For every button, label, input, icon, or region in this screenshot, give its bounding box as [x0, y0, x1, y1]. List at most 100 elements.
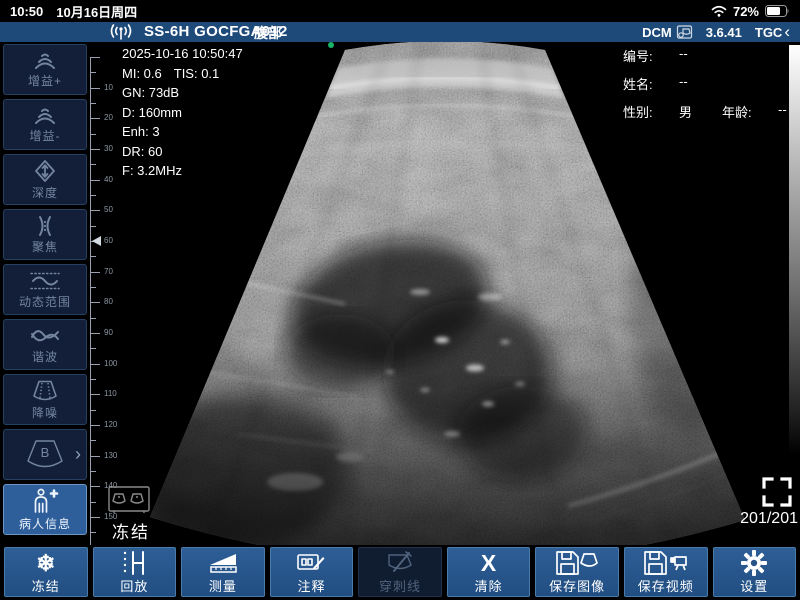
- sidebar-item-focus[interactable]: 聚焦: [3, 209, 87, 260]
- ruler-tick: [91, 134, 96, 135]
- toolbar-settings-button[interactable]: 设置: [713, 547, 797, 597]
- depth-ruler: 102030405060708090100110120130140150: [90, 57, 121, 545]
- ruler-depth-label: 60: [104, 237, 113, 245]
- ruler-tick: [91, 226, 96, 227]
- fullscreen-icon[interactable]: [762, 477, 792, 507]
- frame-counter: 201/201: [740, 510, 798, 528]
- sidebar-item-patient-info[interactable]: 病人信息: [3, 484, 87, 535]
- ruler-tick: [91, 364, 100, 365]
- ruler-tick: [91, 287, 96, 288]
- ruler-tick: [91, 149, 100, 150]
- ruler-tick: [91, 348, 96, 349]
- ruler-tick: [91, 318, 96, 319]
- ruler-tick: [91, 195, 96, 196]
- sidebar-item-b-mode[interactable]: B ›: [3, 429, 87, 480]
- enhance-value: Enh: 3: [122, 122, 243, 142]
- ruler-depth-label: 50: [104, 206, 113, 214]
- b-mode-letter: B: [41, 445, 50, 460]
- chevron-right-icon: ›: [75, 444, 81, 465]
- ruler-depth-label: 110: [104, 390, 117, 398]
- chevron-left-icon: ‹: [784, 25, 790, 39]
- depth-icon: [33, 159, 57, 183]
- ruler-tick: [91, 456, 100, 457]
- dual-image-layout-icon[interactable]: [108, 486, 150, 514]
- image-parameters: 2025-10-16 10:50:47 MI: 0.6TIS: 0.1 GN: …: [122, 44, 243, 181]
- ruler-tick: [91, 272, 100, 273]
- battery-icon: [765, 5, 790, 17]
- denoise-icon: [31, 379, 59, 403]
- acquisition-datetime: 2025-10-16 10:50:47: [122, 44, 243, 64]
- depth-value: D: 160mm: [122, 103, 243, 123]
- sidebar-item-label: 深度: [32, 184, 58, 201]
- sidebar-item-dynamic-range[interactable]: 动态范围: [3, 264, 87, 315]
- probe-orientation-marker: [328, 42, 334, 48]
- sidebar-item-label: 降噪: [32, 404, 58, 421]
- settings-gear-icon: [741, 549, 767, 576]
- save-video-icon: [643, 549, 689, 576]
- clock-date: 10月16日周四: [56, 2, 137, 21]
- ruler-tick: [91, 502, 96, 503]
- toolbar-measure-button[interactable]: 测量: [181, 547, 265, 597]
- patient-id-label: 编号:: [623, 46, 667, 65]
- frequency-value: F: 3.2MHz: [122, 161, 243, 181]
- toolbar-playback-button[interactable]: 回放: [93, 547, 177, 597]
- sidebar-item-denoise[interactable]: 降噪: [3, 374, 87, 425]
- harmonic-icon: [29, 325, 61, 347]
- sidebar-item-gain-minus[interactable]: 增益-: [3, 99, 87, 150]
- ruler-tick: [91, 379, 96, 380]
- patient-info-overlay: 编号: -- 姓名: -- 性别: 男 年龄: --: [623, 46, 787, 130]
- ruler-depth-label: 40: [104, 176, 113, 184]
- dcm-image-icon: [675, 25, 693, 40]
- tgc-panel-toggle[interactable]: TGC ‹: [755, 25, 790, 40]
- app-version: 3.6.41: [706, 25, 742, 40]
- toolbar-annotate-button[interactable]: 注释: [270, 547, 354, 597]
- ruler-tick: [91, 440, 96, 441]
- gain-plus-icon: [31, 51, 59, 71]
- toolbar-needle-guide-button[interactable]: 穿刺线: [358, 547, 442, 597]
- probe-signal-icon: [108, 23, 134, 40]
- ruler-depth-label: 20: [104, 114, 113, 122]
- clock-time: 10:50: [10, 4, 43, 19]
- sidebar-item-label: 病人信息: [19, 515, 71, 532]
- ruler-tick: [91, 103, 96, 104]
- tis-value: TIS: 0.1: [174, 66, 220, 81]
- patient-sex-value: 男: [679, 102, 692, 121]
- ipad-status-bar: 10:50 10月16日周四 72%: [0, 0, 800, 22]
- ruler-depth-label: 120: [104, 421, 117, 429]
- patient-age-value: --: [778, 102, 787, 121]
- ruler-tick: [91, 425, 100, 426]
- toolbar-clear-button[interactable]: X 清除: [447, 547, 531, 597]
- patient-id-value: --: [679, 46, 688, 65]
- freeze-status-text: 冻结: [112, 518, 150, 543]
- ruler-tick: [91, 532, 96, 533]
- toolbar-save-image-button[interactable]: 保存图像: [535, 547, 619, 597]
- sidebar-item-depth[interactable]: 深度: [3, 154, 87, 205]
- ruler-depth-label: 80: [104, 298, 113, 306]
- ruler-tick: [91, 57, 100, 58]
- ruler-tick: [91, 118, 100, 119]
- toolbar-freeze-button[interactable]: ❄ 冻结: [4, 547, 88, 597]
- patient-sex-label: 性别:: [623, 102, 667, 121]
- ruler-tick: [91, 394, 100, 395]
- ruler-tick: [91, 486, 100, 487]
- ruler-tick: [91, 72, 96, 73]
- ruler-tick: [91, 302, 100, 303]
- sidebar-item-harmonic[interactable]: 谐波: [3, 319, 87, 370]
- toolbar-save-video-button[interactable]: 保存视频: [624, 547, 708, 597]
- sidebar-item-gain-plus[interactable]: 增益+: [3, 44, 87, 95]
- ruler-depth-label: 30: [104, 145, 113, 153]
- save-image-icon: [555, 549, 599, 576]
- ultrasound-app: 10:50 10月16日周四 72%: [0, 0, 800, 600]
- playback-film-icon: [121, 549, 147, 576]
- ruler-tick: [91, 517, 100, 518]
- ruler-depth-label: 130: [104, 452, 117, 460]
- focus-icon: [33, 215, 57, 237]
- sidebar-item-label: 聚焦: [32, 238, 58, 255]
- gain-minus-icon: [31, 106, 59, 126]
- dcm-toggle[interactable]: DCM: [642, 25, 693, 40]
- grayscale-map-bar: [789, 45, 800, 455]
- dynamic-range-value: DR: 60: [122, 142, 243, 162]
- sidebar-item-label: 增益+: [28, 72, 62, 89]
- battery-percent: 72%: [733, 4, 759, 19]
- ruler-tick: [91, 210, 100, 211]
